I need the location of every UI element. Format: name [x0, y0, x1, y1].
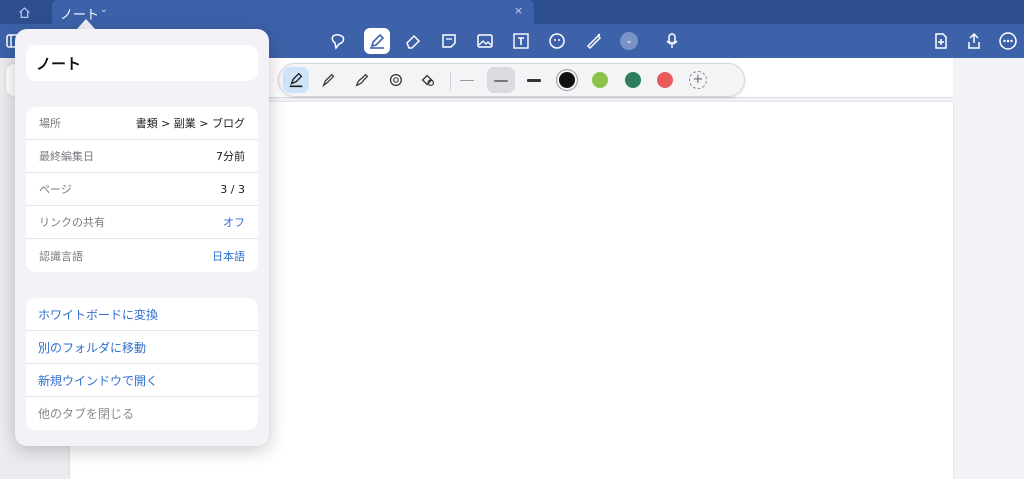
image-icon[interactable] [473, 29, 497, 53]
eraser-icon[interactable] [401, 29, 425, 53]
note-info-group: 場所 書類 > 副業 > ブログ 最終編集日 7分前 ページ 3 / 3 リンク… [26, 107, 258, 272]
note-name-field[interactable]: ノート [26, 45, 258, 81]
info-row-label: 認識言語 [39, 249, 83, 263]
tab-note[interactable]: ノート ⌄ × [52, 0, 534, 24]
ballpoint-pen-icon[interactable] [316, 67, 342, 93]
info-row-value: 書類 > 副業 > ブログ [135, 117, 245, 130]
move-to-folder-button[interactable]: 別のフォルダに移動 [26, 331, 258, 364]
pen-icon[interactable] [364, 28, 390, 54]
color-swatch-black[interactable] [559, 72, 575, 88]
note-actions-group: ホワイトボードに変換 別のフォルダに移動 新規ウインドウで開く 他のタブを閉じる [26, 298, 258, 430]
info-row-location[interactable]: 場所 書類 > 副業 > ブログ [26, 107, 258, 140]
stroke-thin[interactable] [460, 80, 474, 81]
color-swatch-green[interactable] [592, 72, 608, 88]
tab-bar: ノート ⌄ × [0, 0, 1024, 24]
info-row-link-sharing[interactable]: リンクの共有 オフ [26, 206, 258, 239]
home-tab[interactable] [0, 0, 48, 24]
microphone-icon[interactable] [660, 29, 684, 53]
chevron-down-icon[interactable]: ⌄ [100, 5, 108, 15]
info-row-recognition-language[interactable]: 認識言語 日本語 [26, 239, 258, 272]
open-new-window-button[interactable]: 新規ウインドウで開く [26, 364, 258, 397]
info-row-label: 場所 [39, 117, 61, 130]
close-other-tabs-button[interactable]: 他のタブを閉じる [26, 397, 258, 430]
pen-palette: + [278, 63, 745, 97]
stroke-thick[interactable] [527, 79, 541, 82]
palette-divider [450, 72, 451, 90]
info-row-value: 7分前 [216, 150, 245, 163]
lasso-icon[interactable] [326, 29, 350, 53]
popover-arrow [77, 19, 95, 29]
more-tools-icon[interactable]: ⌄ [620, 32, 638, 50]
stroke-medium[interactable] [494, 80, 508, 82]
info-row-label: ページ [39, 183, 72, 196]
add-page-icon[interactable] [929, 29, 953, 53]
info-row-last-edited: 最終編集日 7分前 [26, 140, 258, 173]
sticker-icon[interactable] [545, 29, 569, 53]
add-color-button[interactable]: + [689, 71, 707, 89]
color-swatch-red[interactable] [657, 72, 673, 88]
info-row-label: リンクの共有 [39, 216, 105, 229]
home-icon [18, 6, 30, 18]
close-tab-icon[interactable]: × [514, 4, 523, 17]
share-icon[interactable] [962, 29, 986, 53]
tape-icon[interactable] [582, 29, 606, 53]
shape-pen-icon[interactable] [415, 67, 441, 93]
highlighter-shape-icon[interactable] [382, 67, 408, 93]
info-row-pages: ページ 3 / 3 [26, 173, 258, 206]
brush-pen-icon[interactable] [349, 67, 375, 93]
info-row-value: 3 / 3 [220, 182, 245, 196]
text-box-icon[interactable] [509, 29, 533, 53]
sticky-note-icon[interactable] [437, 29, 461, 53]
more-icon[interactable] [996, 29, 1020, 53]
color-swatch-dark-green[interactable] [625, 72, 641, 88]
link-sharing-toggle[interactable]: オフ [223, 214, 245, 230]
note-info-popover: ノート 場所 書類 > 副業 > ブログ 最終編集日 7分前 ページ 3 / 3… [15, 29, 269, 446]
info-row-label: 最終編集日 [39, 150, 94, 163]
recognition-language-select[interactable]: 日本語 [212, 248, 245, 264]
fountain-pen-icon[interactable] [283, 67, 309, 93]
convert-to-whiteboard-button[interactable]: ホワイトボードに変換 [26, 298, 258, 331]
